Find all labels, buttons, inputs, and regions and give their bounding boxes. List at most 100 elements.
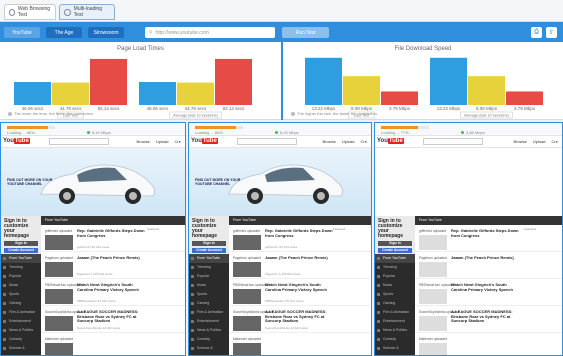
video-title[interactable]: Rep. Gabrielle Giffords Steps Down from … xyxy=(451,228,521,238)
video-title[interactable]: A-LEAGUE SOCCER MADNESS: Brisbane Roar v… xyxy=(77,309,147,324)
site-button-strowsoom[interactable]: Strowsoom xyxy=(88,27,124,38)
sidebar-item[interactable]: Sports xyxy=(375,290,415,299)
video-thumbnail[interactable] xyxy=(45,343,73,355)
promo-banner[interactable]: FIND OUT MORE ON YOUR YOUTUBE CHANNEL xyxy=(1,148,185,216)
video-title[interactable]: Jaaam (The Peach Prince Remix) xyxy=(451,255,521,261)
upload-link[interactable]: Upload xyxy=(342,139,355,144)
create-link[interactable]: Cre xyxy=(361,139,367,144)
video-title[interactable]: Rep. Gabrielle Giffords Steps Down from … xyxy=(265,228,335,238)
run-test-button[interactable]: Run Test xyxy=(282,27,329,38)
sidebar-item[interactable]: Science & Technology xyxy=(1,344,41,353)
sidebar-item[interactable]: Trending xyxy=(1,263,41,272)
video-title[interactable]: Rep. Gabrielle Giffords Steps Down from … xyxy=(77,228,147,238)
sidebar-item[interactable]: Popular xyxy=(189,272,229,281)
promo-banner[interactable]: FIND OUT MORE ON YOUR YOUTUBE CHANNEL xyxy=(189,148,371,216)
url-input[interactable]: ⚲ http://www.youtube.com xyxy=(145,27,275,38)
sidebar-item[interactable]: From YouTube xyxy=(1,254,41,263)
video-thumbnail[interactable] xyxy=(419,343,447,355)
youtube-logo[interactable]: YouTube xyxy=(3,138,30,144)
sidebar-item[interactable]: Gaming xyxy=(1,299,41,308)
sidebar-item[interactable]: Gaming xyxy=(189,299,229,308)
site-button-youtube[interactable]: YouTube xyxy=(4,27,40,38)
video-title[interactable]: Watch Newt Gingrich's South Carolina Pri… xyxy=(265,282,335,292)
video-thumbnail[interactable] xyxy=(45,316,73,331)
video-title[interactable]: Jaaam (The Peach Prince Remix) xyxy=(77,255,147,261)
upload-link[interactable]: Upload xyxy=(533,139,546,144)
video-title[interactable]: A-LEAGUE SOCCER MADNESS: Brisbane Roar v… xyxy=(451,309,521,324)
share-icon[interactable]: ⇧ xyxy=(546,27,557,38)
browse-link[interactable]: Browse xyxy=(514,139,527,144)
video-thumbnail[interactable] xyxy=(45,289,73,304)
sign-in-button[interactable]: Sign In xyxy=(378,241,412,246)
sidebar-item[interactable]: Trending xyxy=(189,263,229,272)
sign-in-button[interactable]: Sign In xyxy=(4,241,38,246)
sidebar-item[interactable]: Comedy xyxy=(189,335,229,344)
sidebar-item[interactable]: Science & Technology xyxy=(189,344,229,353)
sidebar-item[interactable]: Science & Technology xyxy=(375,344,415,353)
video-thumbnail[interactable] xyxy=(45,235,73,250)
bar-value-label: 46.06 secs xyxy=(147,106,170,111)
promo-banner[interactable] xyxy=(375,148,562,216)
sidebar-item[interactable]: Sports xyxy=(189,290,229,299)
sidebar-item[interactable]: Sports xyxy=(1,290,41,299)
video-title[interactable]: Watch Newt Gingrich's South Carolina Pri… xyxy=(451,282,521,292)
youtube-search-input[interactable] xyxy=(423,138,483,145)
info-icon xyxy=(8,111,12,116)
sign-in-button[interactable]: Sign In xyxy=(192,241,226,246)
video-thumbnail[interactable] xyxy=(233,235,261,250)
sidebar-item[interactable]: News & Politics xyxy=(375,326,415,335)
video-thumbnail[interactable] xyxy=(419,316,447,331)
video-thumbnail[interactable] xyxy=(233,343,261,355)
sidebar-item[interactable]: From YouTube xyxy=(375,254,415,263)
bar-value-label: 3.79 Mbps xyxy=(389,106,411,111)
youtube-logo[interactable]: YouTube xyxy=(377,138,404,144)
sidebar-item[interactable]: Entertainment xyxy=(375,317,415,326)
tab-web-browsing-test[interactable]: Web Browsing Test xyxy=(4,4,56,20)
sidebar-item[interactable]: Entertainment xyxy=(1,317,41,326)
sidebar-item[interactable]: Film & Animation xyxy=(189,308,229,317)
bar-value-label: 92.14 secs xyxy=(98,106,121,111)
print-icon[interactable]: ⎙ xyxy=(531,27,542,38)
video-thumbnail[interactable] xyxy=(419,262,447,277)
load-progress-bar xyxy=(381,126,429,129)
create-account-button[interactable]: Create Account xyxy=(4,248,38,253)
tab-multi-loading-test[interactable]: Multi-loading Test xyxy=(59,4,115,20)
video-title[interactable]: Jaaam (The Peach Prince Remix) xyxy=(265,255,335,261)
sidebar-item[interactable]: Film & Animation xyxy=(1,308,41,317)
sidebar-item[interactable]: Film & Animation xyxy=(375,308,415,317)
browse-link[interactable]: Browse xyxy=(137,139,150,144)
video-title[interactable]: A-LEAGUE SOCCER MADNESS: Brisbane Roar v… xyxy=(265,309,335,324)
create-account-button[interactable]: Create Account xyxy=(192,248,226,253)
sidebar-item[interactable]: News & Politics xyxy=(189,326,229,335)
sidebar-item[interactable]: Popular xyxy=(1,272,41,281)
sidebar-item[interactable]: Trending xyxy=(375,263,415,272)
video-thumbnail[interactable] xyxy=(233,262,261,277)
youtube-search-input[interactable] xyxy=(49,138,109,145)
create-link[interactable]: Cre xyxy=(175,139,181,144)
sidebar-item[interactable]: Music xyxy=(375,281,415,290)
video-title[interactable]: Watch Newt Gingrich's South Carolina Pri… xyxy=(77,282,147,292)
youtube-logo[interactable]: YouTube xyxy=(191,138,218,144)
video-thumbnail[interactable] xyxy=(419,235,447,250)
sidebar-item[interactable]: From YouTube xyxy=(189,254,229,263)
create-link[interactable]: Cre xyxy=(552,139,558,144)
browse-link[interactable]: Browse xyxy=(323,139,336,144)
sidebar-item[interactable]: Entertainment xyxy=(189,317,229,326)
sidebar-item[interactable]: Music xyxy=(189,281,229,290)
video-thumbnail[interactable] xyxy=(419,289,447,304)
signin-title: Sign in to customize your homepage xyxy=(192,218,218,239)
sidebar-item[interactable]: Comedy xyxy=(1,335,41,344)
video-thumbnail[interactable] xyxy=(233,289,261,304)
sidebar-item[interactable]: News & Politics xyxy=(1,326,41,335)
sidebar-item[interactable]: Gaming xyxy=(375,299,415,308)
sidebar-item[interactable]: Popular xyxy=(375,272,415,281)
sidebar-item[interactable]: Music xyxy=(1,281,41,290)
video-thumbnail[interactable] xyxy=(45,262,73,277)
upload-link[interactable]: Upload xyxy=(156,139,169,144)
sidebar-item[interactable]: Comedy xyxy=(375,335,415,344)
video-thumbnail[interactable] xyxy=(233,316,261,331)
site-button-the-age[interactable]: The Age xyxy=(46,27,82,38)
youtube-header: YouTube Browse Upload Cre xyxy=(189,136,371,148)
youtube-search-input[interactable] xyxy=(237,138,297,145)
create-account-button[interactable]: Create Account xyxy=(378,248,412,253)
